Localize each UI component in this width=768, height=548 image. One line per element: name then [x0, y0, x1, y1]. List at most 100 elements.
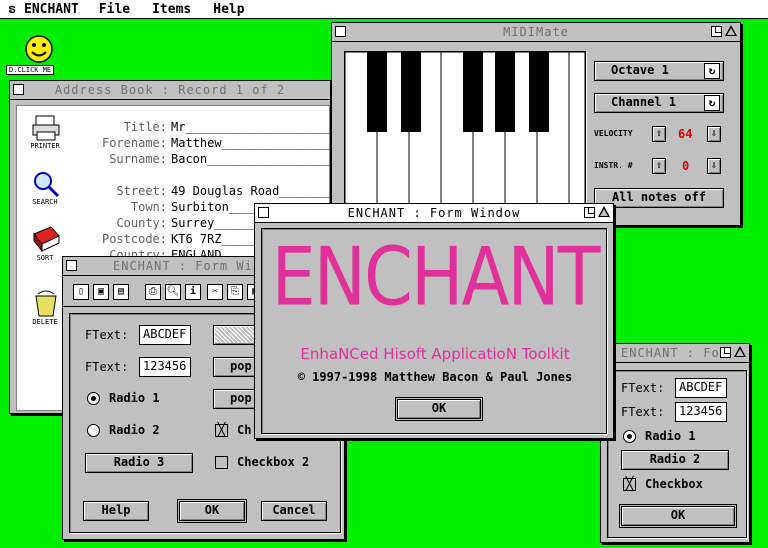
new-doc-icon[interactable]: ▯ — [73, 284, 89, 300]
county-label: County: — [116, 216, 167, 230]
octave-popup[interactable]: Octave 1 ↻ — [594, 61, 724, 81]
black-key — [495, 52, 515, 132]
menu-items[interactable]: Items — [152, 2, 191, 17]
town-label: Town: — [130, 200, 167, 214]
title-label: Title: — [123, 120, 167, 134]
velocity-label: VELOCITY — [594, 129, 633, 138]
cycle-icon[interactable]: ↻ — [704, 95, 720, 111]
instr-down-button[interactable]: ⇩ — [707, 158, 721, 174]
midimate-window: MIDIMate Octave 1 ↻ Channel 1 ↻ VELOCITY… — [331, 22, 741, 226]
cycle-icon[interactable]: ↻ — [704, 63, 720, 79]
close-icon[interactable] — [335, 26, 346, 37]
copyright: © 1997-1998 Matthew Bacon & Paul Jones — [297, 370, 573, 384]
address-book-title: Address Book : Record 1 of 2 — [54, 83, 286, 97]
desktop-icon-label: D.CLICK ME — [6, 65, 55, 75]
midimate-titlebar[interactable]: MIDIMate — [332, 23, 740, 42]
right-ftext2-field[interactable]: 123456 — [675, 402, 727, 422]
ftext2-field[interactable]: 123456 — [139, 357, 191, 377]
instr-up-button[interactable]: ⇧ — [652, 158, 666, 174]
black-key — [463, 52, 483, 132]
street-field[interactable]: 49 Douglas Road___________ — [169, 184, 329, 198]
checkbox-2-label: Checkbox 2 — [237, 455, 310, 469]
right-radio-2-button[interactable]: Radio 2 — [621, 450, 729, 470]
ok-button[interactable]: OK — [177, 499, 247, 523]
title-field[interactable]: Mr_______________________ — [169, 120, 329, 134]
form-right-titlebar[interactable]: ENCHANT : Fo — [601, 344, 749, 363]
disk-icon[interactable]: ▣ — [93, 284, 109, 300]
tagline: EnhaNCed Hisoft ApplicatioN Toolkit — [300, 345, 570, 363]
menu-bar: ຣ ENCHANT File Items Help — [0, 0, 768, 19]
printer-icon[interactable]: ⎙ — [145, 284, 161, 300]
about-ok-button[interactable]: OK — [395, 397, 483, 421]
right-radio-1[interactable] — [623, 430, 636, 443]
fuller-icon[interactable] — [720, 347, 731, 358]
form-window-right: ENCHANT : Fo FText: ABCDEF FText: 123456… — [600, 343, 750, 543]
enchant-logo-text: ENCHANT — [271, 229, 600, 325]
checkbox-1[interactable]: ╳ — [215, 424, 228, 437]
radio-1[interactable] — [87, 392, 100, 405]
radio-2[interactable] — [87, 424, 100, 437]
radio-1-label: Radio 1 — [109, 391, 160, 405]
black-key — [401, 52, 421, 132]
right-radio-1-label: Radio 1 — [645, 429, 696, 443]
instr-label: INSTR. # — [594, 161, 633, 170]
forename-field[interactable]: Matthew___________________ — [169, 136, 329, 150]
close-icon[interactable] — [13, 84, 24, 95]
form-window-center: ENCHANT : Form Window ENCHANT EnhaNCed H… — [254, 203, 614, 439]
printer-label: PRINTER — [30, 142, 60, 150]
fuller-icon[interactable] — [711, 26, 722, 37]
checkbox-2[interactable] — [215, 456, 228, 469]
form-center-titlebar[interactable]: ENCHANT : Form Window — [255, 204, 613, 223]
ftext1-label: FText: — [85, 328, 129, 342]
search-label: SEARCH — [32, 198, 58, 206]
right-ftext1-label: FText: — [621, 381, 665, 395]
ftext1-field[interactable]: ABCDEF — [139, 325, 191, 345]
white-key — [568, 51, 586, 223]
fuller-icon[interactable] — [584, 207, 595, 218]
trash-icon[interactable] — [31, 288, 61, 318]
iconify-icon[interactable] — [725, 25, 737, 36]
menu-file[interactable]: File — [99, 2, 130, 17]
right-checkbox[interactable]: ╳ — [623, 478, 636, 491]
piano-keyboard[interactable] — [344, 51, 586, 223]
right-ftext2-label: FText: — [621, 405, 665, 419]
menu-app[interactable]: ENCHANT — [24, 2, 79, 17]
cut-icon[interactable]: ✂ — [207, 284, 223, 300]
close-icon[interactable] — [258, 207, 269, 218]
menu-help[interactable]: Help — [213, 2, 244, 17]
radio-3-button[interactable]: Radio 3 — [85, 453, 193, 473]
iconify-icon[interactable] — [598, 206, 610, 217]
checkbox-1-label: Ch — [237, 423, 252, 437]
surname-field[interactable]: Bacon_____________________ — [169, 152, 329, 166]
close-icon[interactable] — [66, 260, 77, 271]
velocity-up-button[interactable]: ⇧ — [652, 126, 666, 142]
save-as-icon[interactable]: ▤ — [113, 284, 129, 300]
channel-label: Channel 1 — [611, 95, 677, 109]
search-icon[interactable] — [31, 170, 61, 198]
velocity-down-button[interactable]: ⇩ — [707, 126, 721, 142]
right-checkbox-label: Checkbox — [645, 477, 703, 491]
right-ok-button[interactable]: OK — [619, 504, 737, 528]
velocity-value: 64 — [678, 127, 693, 141]
info-icon[interactable]: i — [185, 284, 201, 300]
iconify-icon[interactable] — [734, 346, 746, 357]
printer-icon[interactable] — [31, 114, 61, 142]
street-label: Street: — [116, 184, 167, 198]
desktop-icon[interactable]: D.CLICK ME — [4, 32, 72, 76]
sort-book-icon[interactable] — [31, 224, 61, 254]
delete-label: DELETE — [32, 318, 58, 326]
channel-popup[interactable]: Channel 1 ↻ — [594, 93, 724, 113]
black-key — [367, 52, 387, 132]
cancel-button[interactable]: Cancel — [261, 501, 327, 521]
piano-frame — [344, 51, 586, 223]
preview-icon[interactable]: 🔍︎ — [165, 284, 181, 300]
enchant-logo-icon[interactable]: ຣ — [0, 2, 24, 17]
copy-icon[interactable]: ⎘ — [227, 284, 243, 300]
address-book-titlebar[interactable]: Address Book : Record 1 of 2 — [10, 81, 330, 100]
octave-label: Octave 1 — [611, 63, 669, 77]
black-key — [529, 52, 549, 132]
help-button[interactable]: Help — [83, 501, 149, 521]
form-right-title: ENCHANT : Fo — [621, 346, 720, 360]
surname-label: Surname: — [109, 152, 167, 166]
right-ftext1-field[interactable]: ABCDEF — [675, 378, 727, 398]
